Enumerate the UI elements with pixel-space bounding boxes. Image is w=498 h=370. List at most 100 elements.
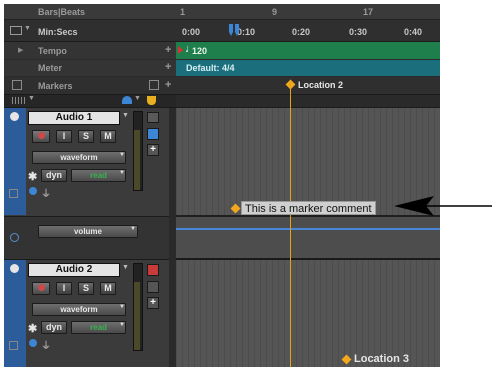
marker-settings-icon[interactable]	[149, 80, 159, 90]
tempo-event-marker[interactable]	[178, 46, 183, 54]
mute-button[interactable]: M	[100, 282, 116, 295]
add-lane-icon[interactable]: +	[147, 144, 159, 156]
input-icon: ⏚	[41, 189, 51, 200]
track-level-meter-fill	[134, 130, 140, 190]
mute-button[interactable]: M	[100, 130, 116, 143]
track-select-icon[interactable]	[9, 341, 18, 350]
callout-arrow-icon	[394, 196, 492, 216]
tempo-value: 120	[192, 46, 208, 56]
tempo-lane[interactable]: ♩ 120	[176, 42, 440, 59]
dyn-button[interactable]: dyn	[41, 169, 67, 182]
solo-button[interactable]: S	[78, 130, 94, 143]
time-tick-label: 0:00	[182, 27, 201, 37]
track-view-icon[interactable]	[147, 264, 159, 276]
add-lane-icon[interactable]: +	[147, 297, 159, 309]
add-marker-icon[interactable]: +	[165, 79, 171, 91]
meter-value: Default: 4/4	[186, 63, 235, 73]
playhead-line	[290, 82, 291, 367]
add-tempo-icon[interactable]: +	[165, 44, 171, 56]
marker-comment[interactable]: This is a marker comment	[241, 201, 376, 215]
shield-icon[interactable]	[147, 96, 156, 105]
track-name[interactable]: Audio 1	[28, 111, 120, 125]
expand-triangle-icon[interactable]: ▶	[18, 46, 23, 54]
track-2-playlist[interactable]	[176, 260, 440, 367]
track-list-header: ▼ ▼	[4, 95, 176, 108]
track-color-strip	[4, 260, 26, 367]
markers-lane[interactable]: Location 2	[176, 77, 440, 94]
lane-toggle-icon[interactable]	[10, 233, 19, 242]
marker-window-icon[interactable]	[12, 80, 22, 90]
record-enable-button[interactable]	[32, 282, 50, 295]
tempo-ruler: ▶ Tempo + ♩ 120	[4, 42, 440, 59]
marker-location-2-label[interactable]: Location 2	[298, 80, 343, 90]
timebase-icon[interactable]	[122, 96, 132, 104]
min-secs-label: Min:Secs	[38, 27, 78, 37]
automation-lane-header: volume ▼	[4, 216, 176, 259]
bars-beats-label: Bars|Beats	[38, 7, 86, 17]
record-enable-button[interactable]	[32, 130, 50, 143]
solo-button[interactable]: S	[78, 282, 94, 295]
track-color-strip	[4, 108, 26, 215]
add-meter-icon[interactable]: +	[165, 61, 171, 73]
volume-automation-line[interactable]	[176, 228, 440, 230]
track-view-selector[interactable]: waveform	[32, 303, 126, 316]
track-level-meter	[133, 263, 143, 351]
record-icon	[37, 132, 45, 139]
track-view-icon[interactable]	[147, 112, 159, 123]
record-icon	[37, 284, 45, 291]
track-level-meter-fill	[134, 282, 140, 350]
timebase-icon[interactable]	[29, 339, 37, 347]
automation-lane-value: volume	[73, 227, 102, 236]
marker-location-3-label[interactable]: Location 3	[354, 353, 409, 365]
dyn-button[interactable]: dyn	[41, 321, 67, 334]
input-icon: ⏚	[41, 341, 51, 352]
list-view-icon[interactable]	[147, 281, 159, 293]
chevron-down-icon: ▼	[122, 264, 129, 271]
playback-cursor-markers-icon[interactable]	[226, 24, 242, 40]
track-name[interactable]: Audio 2	[28, 263, 120, 277]
track-height-icon[interactable]	[12, 97, 26, 104]
bar-tick-label: 17	[363, 7, 374, 17]
automation-lane-selector[interactable]: volume	[38, 225, 138, 238]
time-tick-label: 0:20	[292, 27, 311, 37]
ruler-view-menu-icon[interactable]	[10, 26, 22, 35]
time-tick-label: 0:30	[349, 27, 368, 37]
bar-tick-label: 1	[180, 7, 186, 17]
automation-mode-value: read	[90, 171, 107, 180]
markers-ruler: Markers + Location 2	[4, 77, 440, 95]
chevron-down-icon: ▼	[122, 112, 129, 119]
input-monitor-button[interactable]: I	[56, 282, 72, 295]
chevron-down-icon: ▼	[130, 226, 136, 232]
track-select-icon[interactable]	[9, 189, 18, 198]
automation-mode-selector[interactable]: read	[71, 169, 126, 182]
input-monitor-button[interactable]: I	[56, 130, 72, 143]
chevron-down-icon: ▼	[24, 25, 31, 32]
min-secs-ruler[interactable]: ▼ Min:Secs 0:00 0:10 0:20 0:30 0:40	[4, 20, 440, 42]
asterisk-icon[interactable]: ✱	[28, 170, 37, 183]
meter-label: Meter	[38, 63, 63, 73]
track-menu-icon[interactable]	[10, 112, 19, 121]
track-1-automation-lane[interactable]	[176, 217, 440, 258]
track-view-selector[interactable]: waveform	[32, 151, 126, 164]
time-tick-label: 0:40	[404, 27, 423, 37]
asterisk-icon[interactable]: ✱	[28, 322, 37, 335]
chevron-down-icon: ▼	[28, 95, 35, 102]
timeline-left-gutter	[169, 108, 176, 367]
meter-lane[interactable]: Default: 4/4	[176, 60, 440, 76]
list-view-icon[interactable]	[147, 128, 159, 140]
track-level-meter	[133, 111, 143, 191]
bars-beats-ruler: Bars|Beats 1 9 17	[4, 4, 440, 20]
meter-ruler: Meter + Default: 4/4	[4, 60, 440, 76]
timebase-icon[interactable]	[29, 187, 37, 195]
bar-tick-label: 9	[272, 7, 278, 17]
automation-mode-value: read	[90, 323, 107, 332]
markers-label: Markers	[38, 81, 73, 91]
chevron-down-icon: ▼	[119, 152, 125, 158]
automation-mode-selector[interactable]: read	[71, 321, 126, 334]
track-header-audio-2: Audio 2 ▼ + I S M waveform ▼ ✱ dyn read …	[4, 260, 176, 367]
timeline-top-strip	[176, 95, 440, 108]
tempo-label: Tempo	[38, 46, 67, 56]
track-menu-icon[interactable]	[10, 264, 19, 273]
track-view-value: waveform	[60, 153, 98, 162]
chevron-down-icon: ▼	[119, 322, 125, 328]
